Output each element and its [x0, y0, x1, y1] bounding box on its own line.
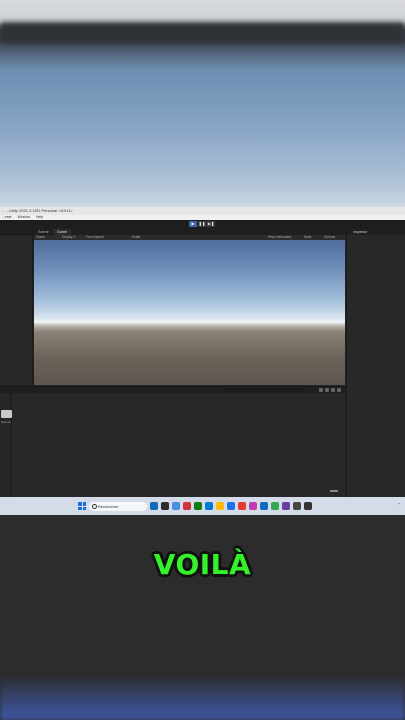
game-viewport[interactable]	[34, 240, 345, 385]
label-icon[interactable]	[325, 388, 329, 392]
play-controls: ▶ ❚❚ ▶❚	[189, 221, 215, 227]
inspector-tab[interactable]: Inspector	[347, 229, 405, 235]
project-panel: Scenes	[0, 386, 345, 497]
project-folder-tree	[0, 393, 12, 497]
taskbar-app-icon[interactable]	[216, 502, 224, 510]
taskbar-app-icon[interactable]	[227, 502, 235, 510]
pause-button[interactable]: ❚❚	[198, 221, 206, 227]
taskbar-app-icon[interactable]	[293, 502, 301, 510]
menu-item-window[interactable]: Window	[18, 215, 30, 219]
system-tray-chevron-icon[interactable]: ⌃	[398, 502, 401, 507]
video-frame: ... - Unity 2021.3.19f1 Personal <DX11> …	[0, 0, 405, 720]
zoom-slider[interactable]	[330, 490, 338, 492]
menu-item-edit[interactable]: ...eset	[2, 215, 12, 219]
taskbar-app-icon[interactable]	[172, 502, 180, 510]
blurred-toolbar-strip	[0, 22, 405, 44]
window-title: ... - Unity 2021.3.19f1 Personal <DX11>	[0, 207, 405, 215]
unity-editor-window: ... - Unity 2021.3.19f1 Personal <DX11> …	[0, 207, 405, 497]
taskbar-app-icon[interactable]	[249, 502, 257, 510]
taskbar-app-icon[interactable]	[271, 502, 279, 510]
taskbar-search-input[interactable]: Rechercher	[89, 501, 147, 511]
taskbar-app-icon[interactable]	[205, 502, 213, 510]
main-toolbar: ▶ ❚❚ ▶❚	[0, 220, 405, 229]
star-icon[interactable]	[331, 388, 335, 392]
windows-taskbar: Rechercher ⌃	[0, 497, 405, 515]
bottom-dark-area	[0, 515, 405, 720]
menu-item-help[interactable]: Help	[36, 215, 43, 219]
blurred-bottom-glow	[0, 675, 405, 720]
hierarchy-panel	[0, 229, 33, 385]
taskbar-app-icon[interactable]	[194, 502, 202, 510]
play-button[interactable]: ▶	[189, 221, 197, 227]
taskbar-app-icon[interactable]	[150, 502, 158, 510]
caption-text: VOILÀ	[153, 548, 252, 581]
project-tabbar	[0, 387, 345, 393]
windows-start-icon[interactable]	[78, 502, 86, 510]
project-search-input[interactable]	[224, 388, 304, 392]
hierarchy-tab[interactable]	[0, 229, 32, 235]
folder-label: Scenes	[1, 420, 12, 424]
taskbar-app-icon[interactable]	[183, 502, 191, 510]
taskbar-app-icon[interactable]	[282, 502, 290, 510]
folder-icon[interactable]	[1, 410, 12, 418]
filter-icon[interactable]	[319, 388, 323, 392]
inspector-panel: Inspector	[346, 229, 405, 497]
project-tools	[319, 388, 341, 392]
taskbar-app-icon[interactable]	[304, 502, 312, 510]
taskbar-app-icon[interactable]	[161, 502, 169, 510]
taskbar-app-icon[interactable]	[238, 502, 246, 510]
step-button[interactable]: ▶❚	[207, 221, 215, 227]
eye-icon[interactable]	[337, 388, 341, 392]
taskbar-items: Rechercher	[78, 500, 312, 512]
taskbar-app-icon[interactable]	[260, 502, 268, 510]
